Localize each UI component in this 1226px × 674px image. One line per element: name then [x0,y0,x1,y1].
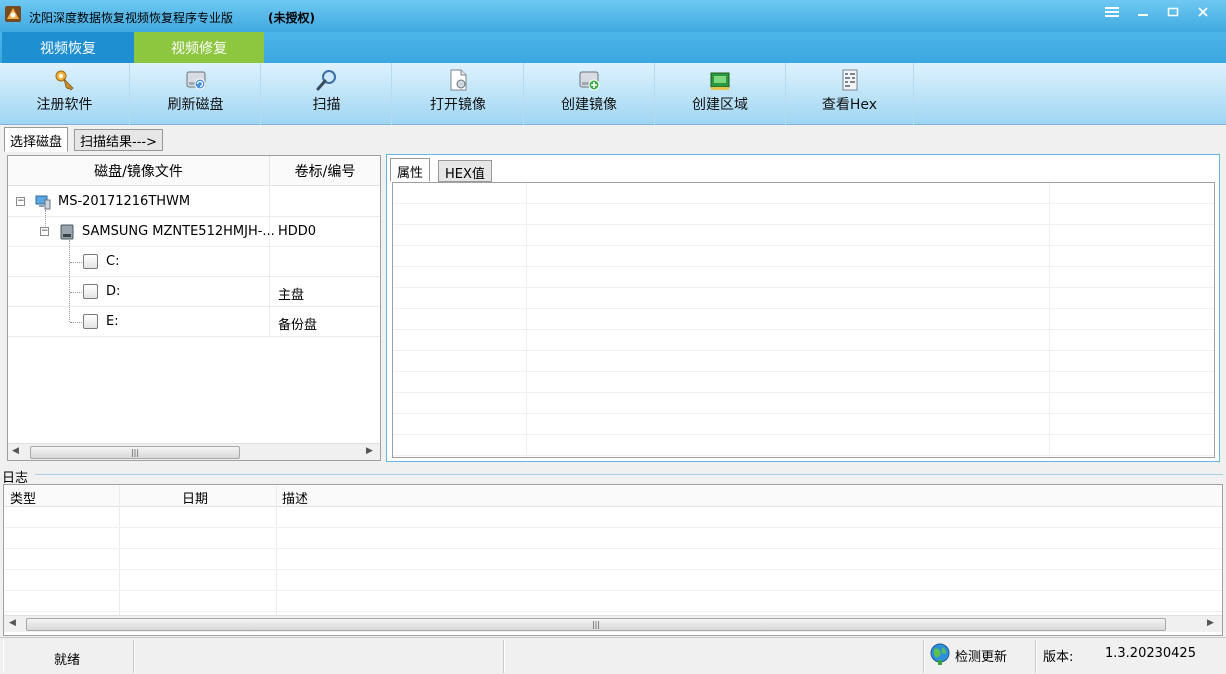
scroll-right-icon[interactable]: ▶ [1207,618,1214,628]
register-button[interactable]: 注册软件 [0,63,130,125]
minimize-button[interactable] [1130,2,1156,22]
tab-select-disk[interactable]: 选择磁盘 [4,127,69,152]
tab-video-repair[interactable]: 视频修复 [134,32,264,63]
tab-properties[interactable]: 属性 [390,158,431,182]
tree-row-name: D: [106,284,121,299]
menu-button[interactable] [1099,2,1125,22]
view-hex-label: 查看Hex [821,97,878,113]
column-type[interactable]: 类型 [10,488,36,507]
refresh-disk-icon [186,71,205,90]
computer-icon [35,195,51,210]
status-bar: 就绪 检测更新 版本: 1.3.20230425 [0,637,1226,674]
log-header: 类型 日期 描述 [4,485,1222,507]
collapse-icon[interactable]: − [40,227,49,236]
create-region-button[interactable]: 创建区域 [655,63,786,125]
status-text: 就绪 [54,653,81,668]
magnifier-icon [316,70,336,91]
create-region-icon [710,72,730,90]
key-icon [55,70,73,91]
maximize-button[interactable] [1160,2,1186,22]
check-update-label: 检测更新 [955,650,1008,665]
disk-tree-header: 磁盘/镜像文件 卷标/编号 [8,156,380,186]
disk-tree-panel: 磁盘/镜像文件 卷标/编号 − MS-20171216THWM − SAMSUN… [7,155,381,461]
close-icon [1198,7,1208,17]
hard-disk-icon [60,224,74,240]
view-hex-button[interactable]: 查看Hex [786,63,914,125]
tree-row-partition-e[interactable]: E: 备份盘 [8,307,380,337]
title-bar: 沈阳深度数据恢复视频恢复程序专业版 (未授权) [0,0,1226,32]
tree-row-name: MS-20171216THWM [58,194,191,209]
scan-button[interactable]: 扫描 [262,63,392,125]
license-status: (未授权) [268,11,315,25]
column-description[interactable]: 描述 [282,488,308,507]
partition-checkbox[interactable] [83,314,98,329]
open-image-button[interactable]: 打开镜像 [393,63,524,125]
scan-label: 扫描 [312,97,341,113]
detail-panel: 属性 HEX值 [386,154,1220,462]
tab-hex-value[interactable]: HEX值 [438,160,492,182]
tree-row-label: 备份盘 [278,318,318,333]
properties-grid [392,182,1215,458]
globe-icon [930,643,950,665]
refresh-disk-button[interactable]: 刷新磁盘 [131,63,261,125]
tree-row-label: 主盘 [278,288,305,303]
scroll-left-icon[interactable]: ◀ [9,618,16,628]
create-image-label: 创建镜像 [561,97,617,113]
partition-checkbox[interactable] [83,284,98,299]
hex-view-icon [842,69,857,91]
open-image-label: 打开镜像 [430,97,486,113]
column-disk-file[interactable]: 磁盘/镜像文件 [8,156,270,186]
log-panel: 类型 日期 描述 ◀ ||| ▶ [3,484,1223,636]
create-image-icon [579,71,600,91]
partition-checkbox[interactable] [83,254,98,269]
tab-video-recovery[interactable]: 视频恢复 [2,32,134,63]
open-image-icon [450,69,467,91]
create-image-button[interactable]: 创建镜像 [524,63,655,125]
tree-row-label: HDD0 [278,224,317,239]
tree-row-partition-c[interactable]: C: [8,247,380,277]
tree-row-disk[interactable]: − SAMSUNG MZNTE512HMJH-... HDD0 [8,217,380,247]
tree-row-name: E: [106,314,119,329]
log-divider [35,474,1223,475]
tab-scan-results[interactable]: 扫描结果---> [74,129,163,151]
tree-row-partition-d[interactable]: D: 主盘 [8,277,380,307]
tree-row-name: C: [106,254,120,269]
minimize-icon [1138,14,1148,16]
hamburger-icon [1105,7,1119,17]
close-button[interactable] [1190,2,1216,22]
toolbar: 注册软件 刷新磁盘 扫描 打开镜像 创建镜像 创建区域 查看Hex [0,63,1226,125]
refresh-disk-label: 刷新磁盘 [167,97,224,113]
scroll-left-icon[interactable]: ◀ [12,446,19,456]
column-volume-label[interactable]: 卷标/编号 [270,156,380,186]
disk-tree-hscrollbar[interactable]: ◀ ||| ▶ [8,443,380,460]
window-title: 沈阳深度数据恢复视频恢复程序专业版 [29,11,234,25]
scrollbar-thumb[interactable]: ||| [30,446,240,459]
mode-tab-bar: 视频恢复 视频修复 [0,32,1226,63]
app-logo-icon [5,6,21,22]
version-label: 版本: [1043,650,1074,665]
scrollbar-thumb[interactable]: ||| [26,618,1166,631]
tree-row-computer[interactable]: − MS-20171216THWM [8,187,380,217]
register-label: 注册软件 [36,97,93,113]
version-value: 1.3.20230425 [1105,646,1196,661]
check-update-button[interactable]: 检测更新 [924,640,1036,673]
tree-row-name: SAMSUNG MZNTE512HMJH-... [82,224,275,239]
collapse-icon[interactable]: − [16,197,25,206]
scroll-right-icon[interactable]: ▶ [366,446,373,456]
log-hscrollbar[interactable]: ◀ ||| ▶ [4,615,1222,632]
create-region-label: 创建区域 [692,97,748,113]
column-date[interactable]: 日期 [182,488,208,507]
maximize-icon [1167,7,1179,17]
